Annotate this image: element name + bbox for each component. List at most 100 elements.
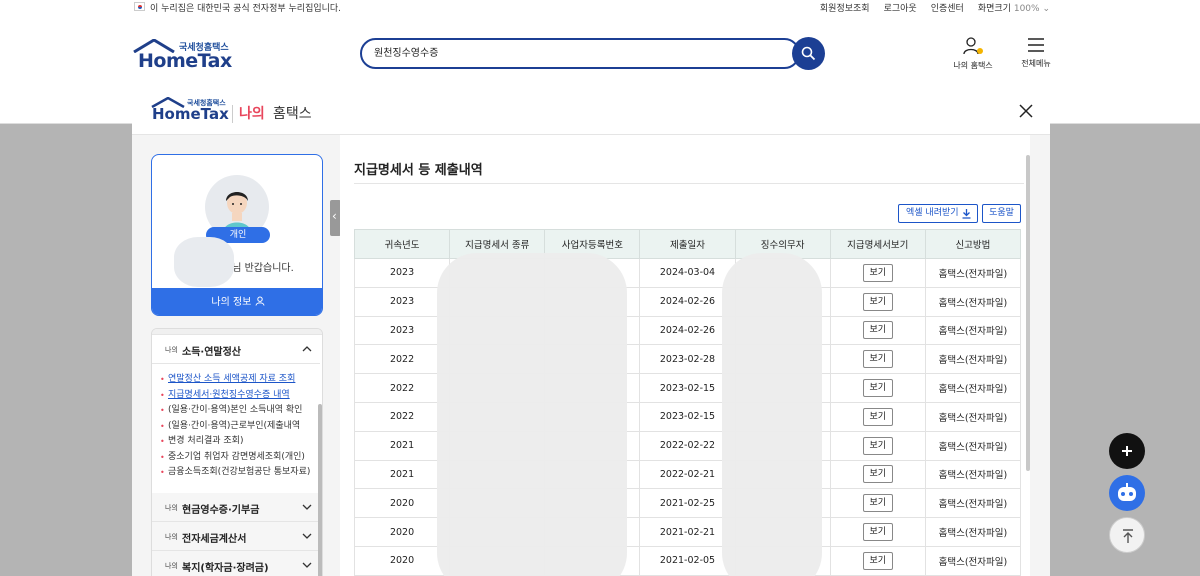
all-menu-label: 전체메뉴 [1021,59,1051,68]
my-hometax-button[interactable]: 나의 홈택스 [943,36,1003,71]
close-icon [1019,104,1033,118]
all-menu-button[interactable]: 전체메뉴 [1006,36,1066,69]
menu-item-daily-income[interactable]: (일용·간이·용역)본인 소득내역 확인 [152,403,320,419]
certificate-center-link[interactable]: 인증센터 [931,1,964,14]
year-cell: 2023 [353,315,451,346]
view-cell: 보기 [829,344,926,375]
help-button[interactable]: 도움말 [982,204,1021,223]
menu-section-prefix: 나의 [165,533,178,541]
menu-section-prefix: 나의 [165,562,178,570]
close-button[interactable] [1016,101,1036,121]
submission-date-cell: 2022-02-21 [639,459,736,490]
logout-link[interactable]: 로그아웃 [884,1,917,14]
menu-section-income[interactable]: 나의 소득·연말정산 [152,335,320,364]
report-method-cell: 홈택스(전자파일) [924,545,1022,576]
redacted-name [174,237,234,287]
member-info-link[interactable]: 회원정보조회 [820,1,870,14]
chevron-down-icon: ⌄ [1042,4,1050,14]
column-header: 제출일자 [639,229,736,259]
content-scrollbar[interactable] [1026,155,1030,471]
view-statement-button[interactable]: 보기 [862,551,893,570]
modal-body: 개인 님 반갑습니다. 나의 정보 나의 소득·연말정산 연말정산 소득 세액공… [132,135,1050,576]
divider [232,105,233,123]
menu-item-yearend-deduction[interactable]: 연말정산 소득 세액공제 자료 조회 [152,372,320,388]
view-cell: 보기 [829,373,926,403]
chevron-down-icon [302,562,312,568]
view-cell: 보기 [829,430,926,461]
search-icon [801,46,816,61]
search-input[interactable] [374,46,774,57]
chevron-down-icon [302,533,312,539]
view-statement-button[interactable]: 보기 [862,436,893,455]
my-hometax-modal: 국세청홈택스 HomeTax 나의 홈택스 개인 님 반갑습니다. 나의 정보 … [132,87,1050,576]
menu-item-financial-income[interactable]: 금융소득조회(건강보험공단 통보자료) [152,465,320,481]
modal-title-hometax: 홈택스 [273,106,312,122]
menu-item-labor-denial[interactable]: (일용·간이·용역)근로부인(제출내역 [152,419,320,435]
excel-download-button[interactable]: 엑셀 내려받기 [898,204,978,223]
report-method-cell: 홈택스(전자파일) [924,488,1022,519]
search-box [360,38,800,69]
report-method-cell: 홈택스(전자파일) [924,459,1022,490]
hamburger-menu-icon [1028,38,1044,52]
view-cell: 보기 [829,315,926,346]
view-statement-button[interactable]: 보기 [862,494,893,513]
submission-date-cell: 2024-02-26 [639,315,736,346]
chevron-down-icon [302,504,312,510]
font-size-control[interactable]: 화면크기 100% ⌄ [978,1,1050,14]
divider [354,183,1024,184]
menu-section-prefix: 나의 [165,346,178,354]
scroll-top-button[interactable] [1109,517,1145,553]
scroll-top-icon [1123,529,1133,543]
submission-date-cell: 2022-02-22 [639,430,736,461]
menu-section-title: 복지(학자금·장려금) [182,563,269,574]
my-hometax-label: 나의 홈택스 [953,61,993,70]
submission-date-cell: 2021-02-21 [639,517,736,547]
view-statement-button[interactable]: 보기 [862,379,893,398]
year-cell: 2023 [353,286,451,317]
menu-item-labor-denial-cont[interactable]: 변경 처리결과 조회) [152,434,320,450]
view-statement-button[interactable]: 보기 [862,263,893,282]
menu-section-welfare[interactable]: 나의 복지(학자금·장려금) [152,551,320,576]
view-cell: 보기 [829,459,926,490]
menu-scrollbar[interactable] [318,404,322,576]
search-button[interactable] [792,37,825,70]
modal-header: 국세청홈택스 HomeTax 나의 홈택스 [132,87,1050,135]
year-cell: 2023 [353,258,451,288]
view-cell: 보기 [829,401,926,432]
menu-item-withholding-receipt[interactable]: 지급명세서·원천징수영수증 내역 [152,388,320,404]
my-hometax-icon [963,37,983,55]
view-cell: 보기 [829,258,926,288]
report-method-cell: 홈택스(전자파일) [924,401,1022,432]
year-cell: 2022 [353,401,451,432]
submission-history-panel: 지급명세서 등 제출내역 엑셀 내려받기 도움말 귀속년도 지급명세서 종류 사… [340,135,1030,576]
excel-download-label: 엑셀 내려받기 [906,208,959,218]
menu-section-title: 전자세금계산서 [182,534,247,545]
chevron-up-icon [302,346,312,352]
font-size-label: 화면크기 [977,4,1011,14]
gov-banner: 이 누리집은 대한민국 공식 전자정부 누리집입니다. 회원정보조회 로그아웃 … [0,0,1200,14]
menu-section-e-invoice[interactable]: 나의 전자세금계산서 [152,522,320,551]
view-cell: 보기 [829,286,926,317]
menu-item-sme-reduction[interactable]: 중소기업 취업자 감면명세조회(개인) [152,450,320,466]
year-cell: 2020 [353,517,451,547]
table-header-row: 귀속년도 지급명세서 종류 사업자등록번호 제출일자 징수의무자 지급명세서보기… [353,229,1022,259]
view-statement-button[interactable]: 보기 [862,465,893,484]
year-cell: 2020 [353,545,451,576]
view-statement-button[interactable]: 보기 [862,407,893,426]
chatbot-button[interactable] [1109,475,1145,511]
view-statement-button[interactable]: 보기 [862,292,893,311]
menu-section-title: 소득·연말정산 [182,347,241,358]
modal-logo-title: HomeTax [152,105,229,123]
my-info-button[interactable]: 나의 정보 [152,288,322,315]
plus-icon[interactable] [1109,433,1145,469]
view-statement-button[interactable]: 보기 [862,350,893,369]
logo-title: HomeTax [138,50,232,72]
view-statement-button[interactable]: 보기 [862,321,893,340]
report-method-cell: 홈택스(전자파일) [924,344,1022,375]
gov-notice: 이 누리집은 대한민국 공식 전자정부 누리집입니다. [150,4,342,14]
menu-section-cash-receipt[interactable]: 나의 현금영수증·기부금 [152,493,320,522]
view-statement-button[interactable]: 보기 [862,523,893,542]
hometax-logo[interactable]: 국세청홈택스 HomeTax [132,39,232,73]
year-cell: 2022 [353,344,451,375]
side-menu: 나의 소득·연말정산 연말정산 소득 세액공제 자료 조회 지급명세서·원천징수… [151,328,323,576]
